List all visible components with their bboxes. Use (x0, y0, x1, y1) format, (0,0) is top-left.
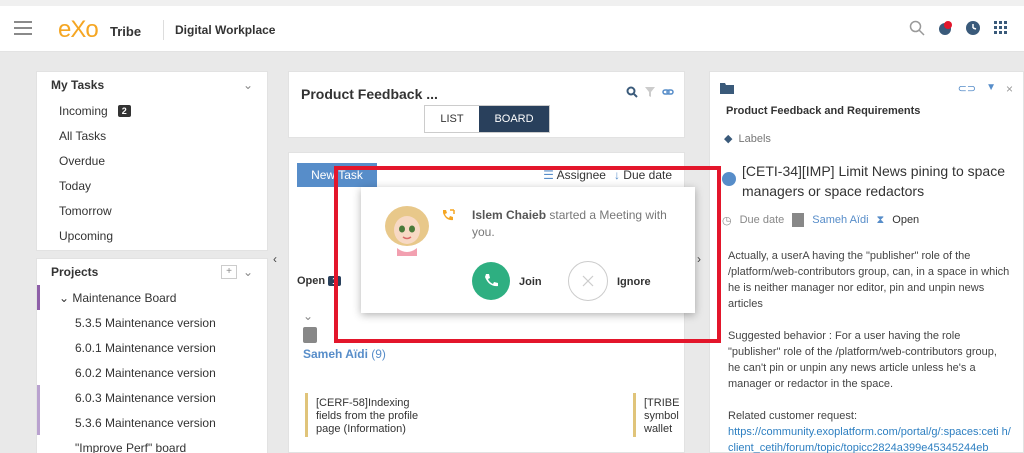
ignore-call-button[interactable] (568, 261, 608, 301)
phone-icon (485, 274, 498, 287)
project-item[interactable]: 6.0.2 Maintenance version (37, 360, 267, 385)
project-item[interactable]: "Improve Perf" board (37, 435, 267, 453)
open-label: Open (297, 275, 326, 287)
chevron-down-icon[interactable]: ⌄ (243, 265, 253, 279)
list-view-button[interactable]: LIST (425, 106, 479, 132)
projects-title: Projects (51, 265, 99, 279)
chevron-down-icon[interactable]: ⌄ (303, 309, 313, 323)
task-filter-label: Overdue (59, 153, 106, 168)
add-project-icon[interactable]: + (221, 265, 237, 279)
clock-icon[interactable] (964, 19, 982, 37)
task-filter-all[interactable]: All Tasks (37, 123, 267, 148)
assignee-link[interactable]: Sameh Aïdi (812, 214, 868, 226)
task-filter-label: Tomorrow (59, 203, 112, 218)
tag-icon: ◆ (724, 133, 733, 145)
top-navbar: eXo Tribe Digital Workplace (0, 6, 1024, 52)
task-complete-check-icon[interactable] (722, 172, 736, 186)
task-filter-upcoming[interactable]: Upcoming (37, 223, 267, 248)
ignore-label[interactable]: Ignore (617, 276, 651, 288)
chevron-down-icon[interactable]: ▼ (986, 82, 996, 97)
search-icon[interactable] (908, 19, 926, 37)
my-tasks-panel: My Tasks ⌄ Incoming 2 All Tasks Overdue … (36, 71, 268, 251)
project-item[interactable]: 6.0.3 Maintenance version (37, 385, 267, 410)
customer-request-link[interactable]: https://community.exoplatform.com/portal… (728, 426, 1011, 453)
labels-field[interactable]: ◆ Labels (724, 132, 771, 146)
assignee-avatar (303, 327, 317, 343)
project-header-card: Product Feedback ... LIST BOARD (288, 71, 685, 138)
task-filter-tomorrow[interactable]: Tomorrow (37, 198, 267, 223)
apps-grid-icon[interactable] (992, 19, 1010, 37)
join-label[interactable]: Join (519, 276, 542, 288)
task-filter-label: All Tasks (59, 128, 107, 143)
link-icon[interactable] (662, 86, 674, 101)
project-label: Maintenance Board (72, 291, 177, 305)
description-paragraph: Related customer request: (728, 410, 858, 422)
task-filter-incoming[interactable]: Incoming 2 (37, 98, 267, 123)
task-detail-panel: ⊂⊃ ▼ × Product Feedback and Requirements… (709, 71, 1024, 453)
task-title[interactable]: [CETI-34][IMP] Limit News pining to spac… (742, 161, 1012, 201)
description-paragraph: Actually, a userA having the "publisher"… (728, 250, 1010, 310)
project-title: Product Feedback ... (301, 86, 438, 102)
notifications-icon[interactable] (936, 19, 954, 37)
project-item[interactable]: 5.3.6 Maintenance version (37, 410, 267, 435)
task-filter-overdue[interactable]: Overdue (37, 148, 267, 173)
chevron-down-icon[interactable]: ⌄ (243, 78, 253, 92)
brand-name: Tribe (110, 24, 142, 39)
view-toggle: LIST BOARD (424, 105, 550, 133)
status-field[interactable]: Open (892, 214, 919, 226)
task-description: Actually, a userA having the "publisher"… (728, 248, 1012, 453)
collapse-left-arrow-icon[interactable]: ‹ (273, 252, 277, 266)
task-filter-label: Today (59, 178, 92, 193)
task-filter-today[interactable]: Today (37, 173, 267, 198)
incoming-meeting-popup: Islem Chaieb started a Meeting with you.… (361, 187, 695, 313)
project-item[interactable]: 6.0.1 Maintenance version (37, 335, 267, 360)
search-icon[interactable] (626, 86, 638, 101)
incoming-count-badge: 2 (117, 104, 131, 117)
task-filter-label: Upcoming (59, 228, 114, 243)
labels-label: Labels (738, 132, 771, 145)
incoming-call-icon (440, 208, 456, 227)
workspace-name[interactable]: Digital Workplace (175, 23, 275, 37)
link-icon[interactable]: ⊂⊃ (958, 82, 976, 97)
project-item[interactable]: ⌄ Maintenance Board (37, 285, 267, 310)
description-paragraph: Suggested behavior : For a user having t… (728, 330, 997, 390)
hamburger-menu-icon[interactable] (14, 21, 32, 35)
task-filter-label: Incoming (59, 103, 108, 118)
caller-name: Islem Chaieb (472, 208, 547, 222)
calendar-icon: ◷ (722, 214, 732, 227)
join-call-button[interactable] (472, 262, 510, 300)
divider (163, 20, 164, 40)
due-date-field[interactable]: Due date (740, 214, 785, 226)
assignee-group-name[interactable]: Sameh Aïdi (9) (303, 347, 386, 361)
folder-icon (720, 82, 734, 97)
caller-avatar (382, 204, 432, 256)
project-name: Product Feedback and Requirements (726, 105, 921, 117)
projects-panel: Projects + ⌄ ⌄ Maintenance Board 5.3.5 M… (36, 258, 268, 453)
close-icon (582, 275, 594, 287)
exo-logo[interactable]: eXo (58, 16, 99, 44)
task-card[interactable]: [TRIBE symbol wallet v (633, 393, 683, 437)
close-icon[interactable]: × (1006, 82, 1013, 97)
hourglass-icon: ⧗ (876, 213, 885, 226)
filter-icon[interactable] (644, 86, 656, 101)
assignee-avatar (792, 213, 805, 227)
task-card[interactable]: [CERF-58]Indexing fields from the profil… (305, 393, 427, 437)
my-tasks-title: My Tasks (51, 78, 105, 92)
board-view-button[interactable]: BOARD (479, 106, 549, 132)
project-item[interactable]: 5.3.5 Maintenance version (37, 310, 267, 335)
assignee-name: Sameh Aïdi (303, 347, 368, 361)
meeting-message: Islem Chaieb started a Meeting with you. (472, 207, 682, 241)
assignee-task-count: (9) (371, 347, 386, 361)
